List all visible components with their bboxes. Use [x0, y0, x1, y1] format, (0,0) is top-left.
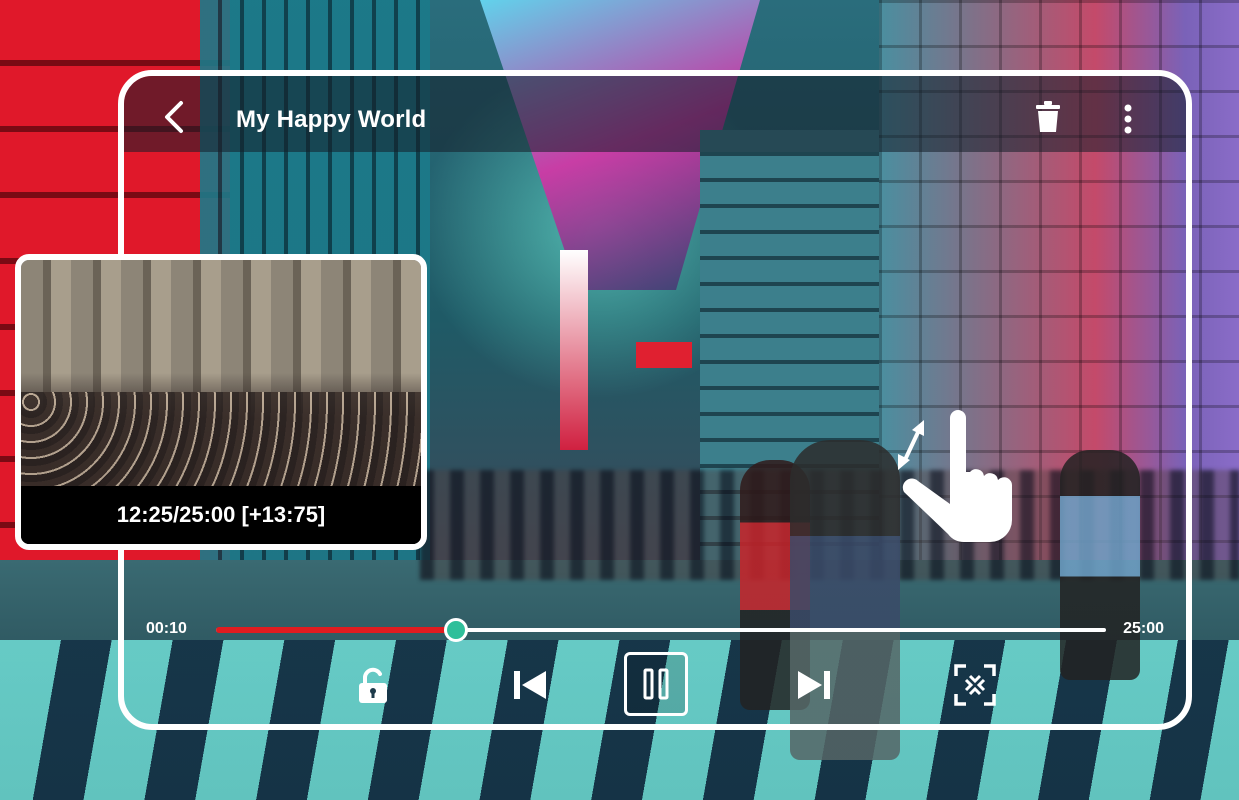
- unlock-icon: [359, 667, 387, 703]
- previous-button[interactable]: [508, 650, 552, 720]
- delete-button[interactable]: [1034, 100, 1062, 134]
- seek-preview: 12:25/25:00 [+13:75]: [15, 254, 427, 550]
- fit-screen-button[interactable]: [950, 650, 1000, 720]
- fit-screen-icon: [954, 664, 996, 706]
- lock-button[interactable]: [348, 650, 398, 720]
- pause-icon: [643, 668, 669, 700]
- skip-previous-icon: [514, 671, 546, 699]
- hand-tap-icon: [868, 408, 1028, 558]
- player-top-bar: My Happy World: [124, 76, 1186, 152]
- current-time: 00:10: [146, 620, 187, 637]
- total-time: 25:00: [1123, 620, 1164, 637]
- chevron-left-icon: [165, 101, 183, 133]
- seek-handle[interactable]: [444, 618, 469, 642]
- skip-next-icon: [798, 671, 830, 699]
- more-vertical-icon: [1124, 104, 1132, 134]
- preview-timestamp: 12:25/25:00 [+13:75]: [21, 486, 421, 544]
- next-button[interactable]: [792, 650, 836, 720]
- more-options-button[interactable]: [1122, 102, 1134, 136]
- progress-track[interactable]: [216, 618, 1106, 642]
- progress-played: [216, 627, 457, 633]
- trash-icon: [1036, 101, 1060, 132]
- back-button[interactable]: [162, 100, 186, 134]
- pause-button[interactable]: [624, 652, 688, 716]
- preview-crowd: [21, 392, 421, 486]
- video-title: My Happy World: [236, 106, 427, 133]
